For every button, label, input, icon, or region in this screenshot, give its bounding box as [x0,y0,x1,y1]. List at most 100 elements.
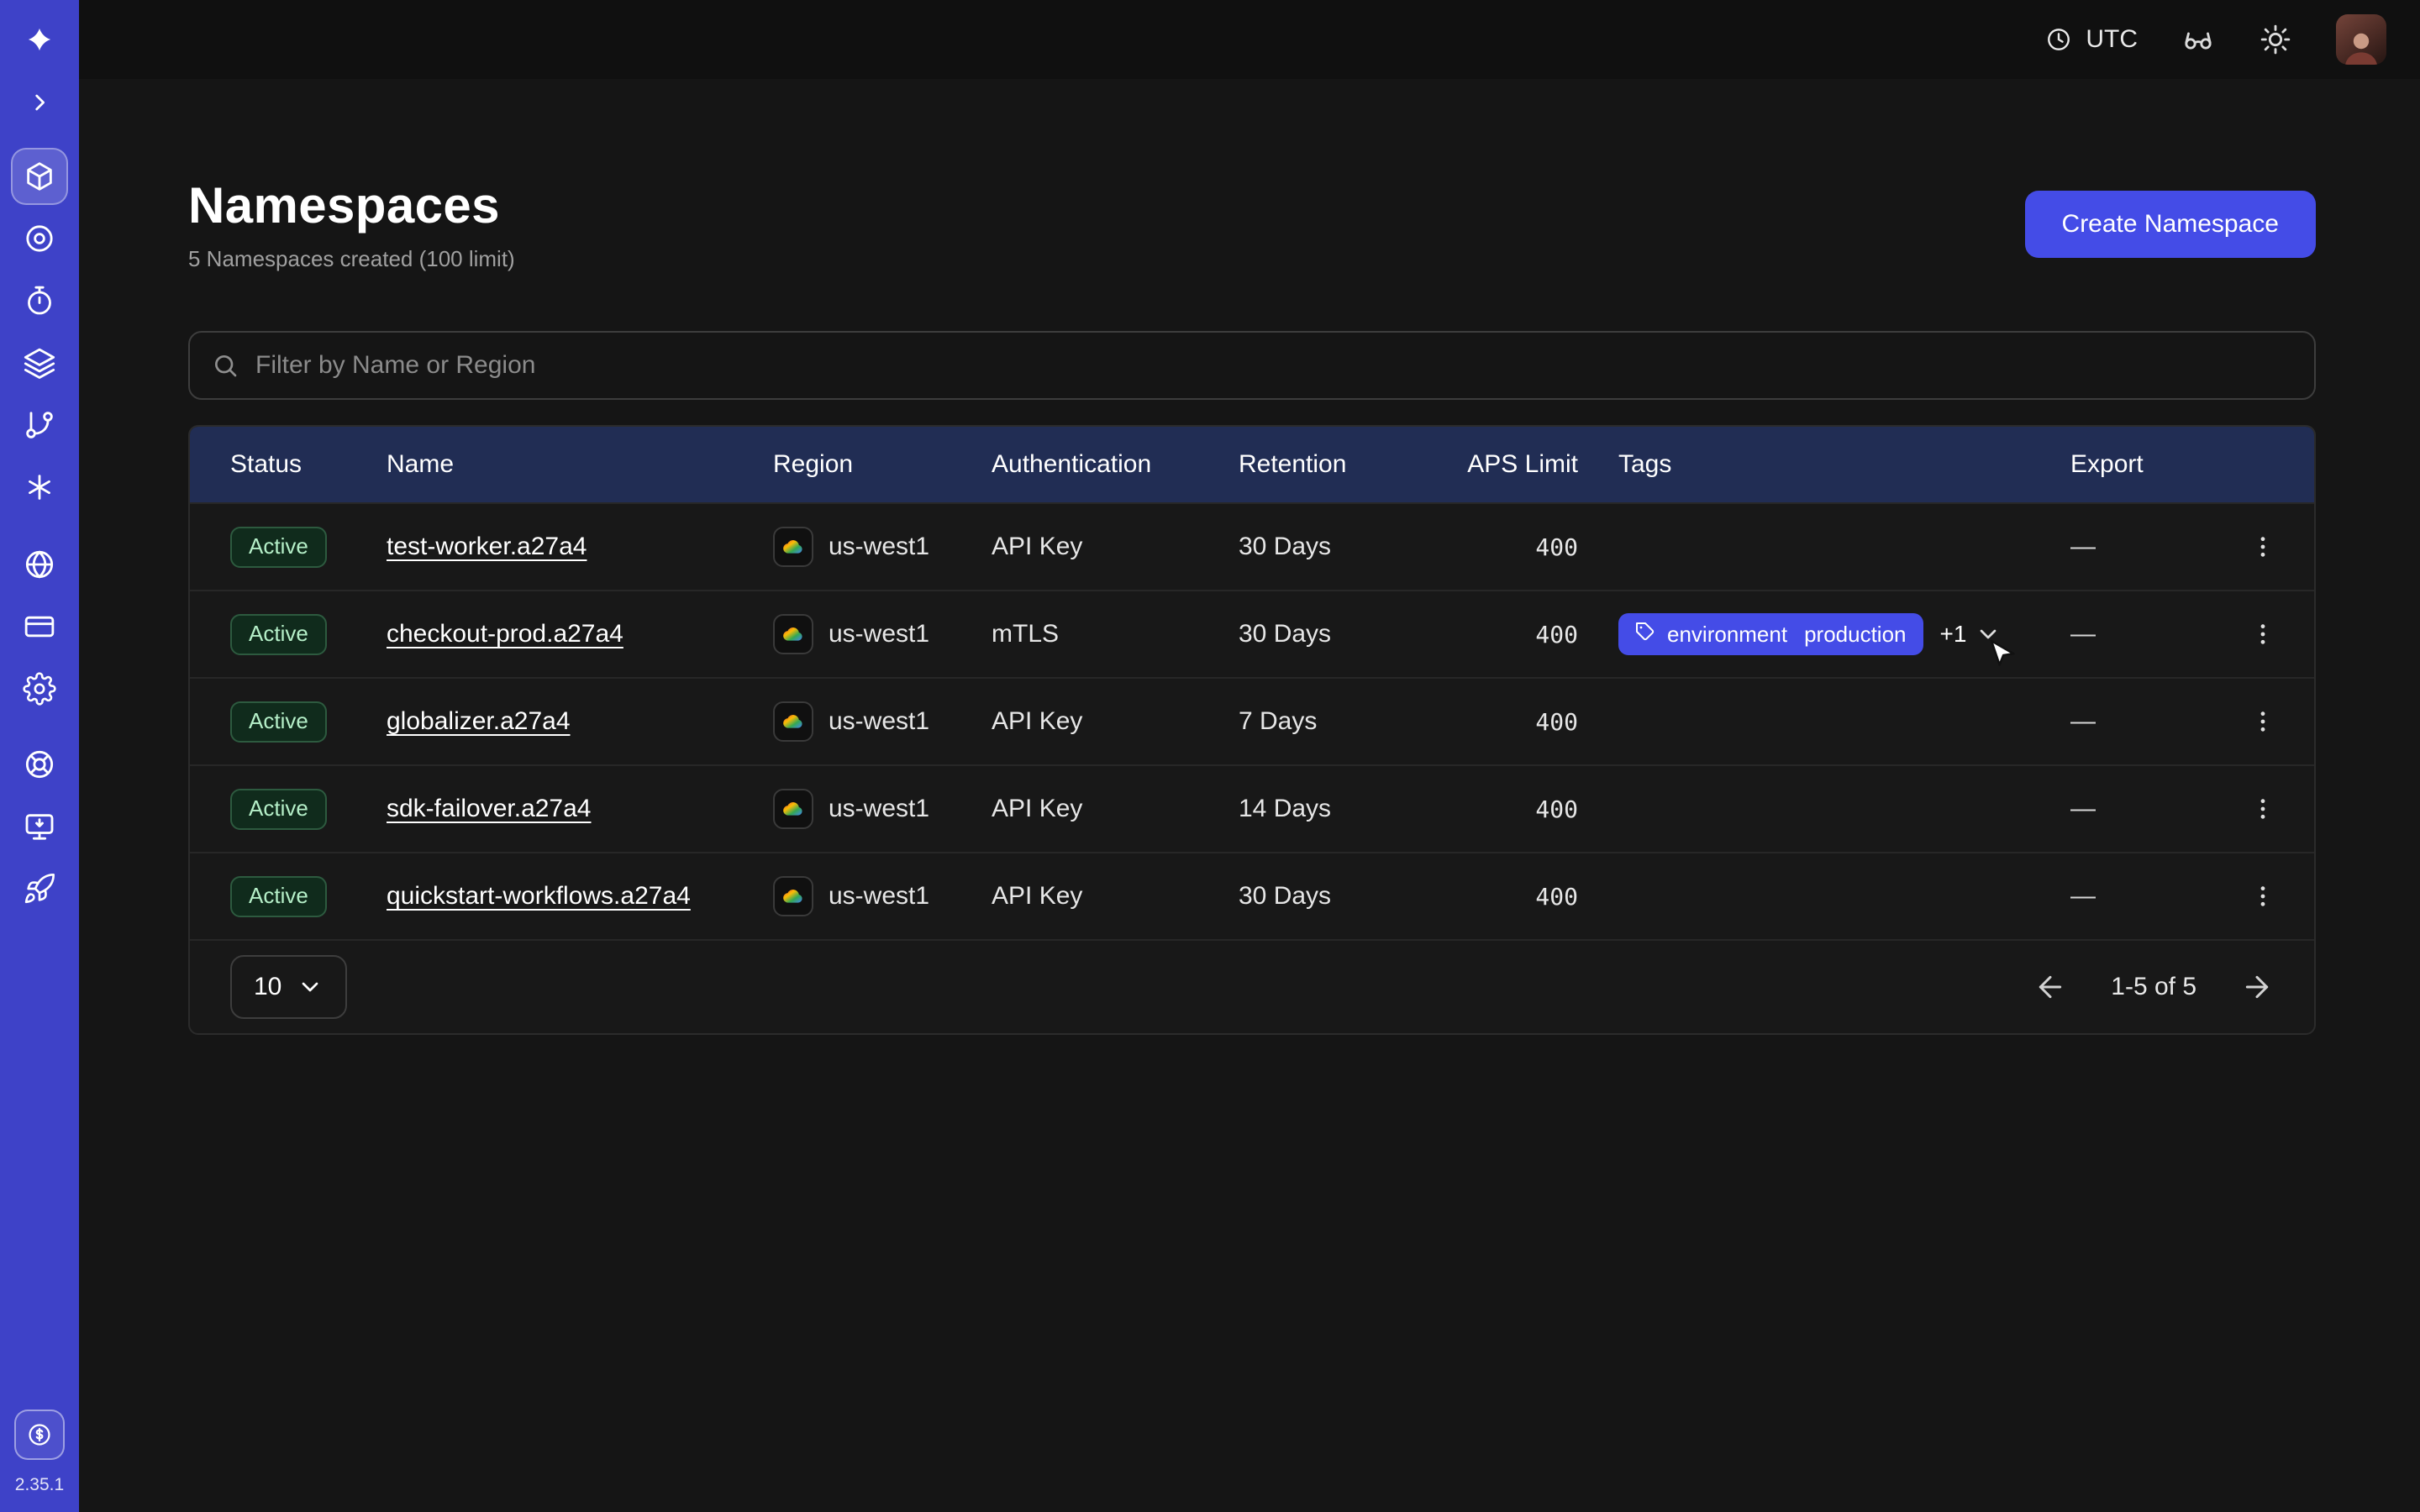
auth-label: API Key [992,707,1239,736]
arrow-left-icon [2033,970,2067,1004]
sidebar-item-batch-operations[interactable] [11,396,68,454]
col-header-export: Export [2070,450,2238,479]
row-menu-button[interactable] [2243,876,2283,916]
timezone-selector[interactable]: UTC [2045,25,2138,54]
page-size-select[interactable]: 10 [230,955,347,1019]
row-menu-button[interactable] [2243,789,2283,829]
namespace-link[interactable]: test-worker.a27a4 [387,533,587,560]
google-cloud-icon [773,789,813,829]
namespace-link[interactable]: quickstart-workflows.a27a4 [387,882,691,910]
sidebar-nav-primary [11,148,68,516]
row-menu-button[interactable] [2243,614,2283,654]
google-cloud-icon [773,701,813,742]
chevron-down-icon [1975,621,2002,648]
tags-expand-button[interactable] [1975,621,2002,648]
table-row: Active sdk-failover.a27a4 us-west1 API K… [190,764,2314,852]
sidebar-item-nexus[interactable] [11,459,68,516]
col-header-auth: Authentication [992,450,1239,479]
auth-label: API Key [992,533,1239,561]
search-icon [212,352,239,379]
create-namespace-button[interactable]: Create Namespace [2025,191,2316,258]
col-header-name: Name [387,450,773,479]
col-header-status: Status [230,450,387,479]
aps-value: 400 [1450,883,1618,911]
sidebar-item-settings[interactable] [11,660,68,717]
sidebar-nav-help [11,736,68,917]
timezone-label: UTC [2086,25,2138,54]
monitor-icon [23,810,56,843]
table-row: Active quickstart-workflows.a27a4 us-wes… [190,852,2314,939]
google-cloud-icon [773,876,813,916]
tag-icon [1635,622,1655,648]
export-value: — [2070,620,2238,648]
sidebar-item-namespaces[interactable] [11,148,68,205]
google-cloud-icon [773,527,813,567]
auth-label: API Key [992,795,1239,823]
region-label: us-west1 [829,882,929,911]
tag-chip[interactable]: environment production [1618,613,1923,655]
next-page-button[interactable] [2240,970,2274,1004]
namespace-link[interactable]: sdk-failover.a27a4 [387,795,592,822]
sidebar-item-getting-started[interactable] [11,860,68,917]
chevron-right-icon [26,89,53,116]
table-footer: 10 1-5 of 5 [190,939,2314,1033]
sidebar-item-feedback[interactable] [11,798,68,855]
sidebar-item-billing[interactable] [11,598,68,655]
labs-toggle-button[interactable] [2181,23,2215,56]
sidebar-nav-account [11,536,68,717]
arrow-right-icon [2240,970,2274,1004]
table-header-row: Status Name Region Authentication Retent… [190,427,2314,502]
more-tags-count: +1 [1940,621,1967,648]
row-menu-button[interactable] [2243,527,2283,567]
branch-icon [23,408,56,442]
sidebar-expand-button[interactable] [11,81,68,124]
region-label: us-west1 [829,620,929,648]
sidebar-item-deployments[interactable] [11,334,68,391]
page-subtitle: 5 Namespaces created (100 limit) [188,246,515,272]
avatar[interactable] [2336,14,2386,65]
clock-icon [2045,26,2072,53]
row-menu-button[interactable] [2243,701,2283,742]
export-value: — [2070,882,2238,911]
theme-toggle-button[interactable] [2259,23,2292,56]
retention-label: 30 Days [1239,882,1450,911]
status-badge: Active [230,614,327,655]
aps-value: 400 [1450,795,1618,823]
region-label: us-west1 [829,707,929,736]
table-row: Active test-worker.a27a4 us-west1 API Ke… [190,502,2314,590]
main-content: Namespaces 5 Namespaces created (100 lim… [79,79,2420,1035]
namespace-link[interactable]: checkout-prod.a27a4 [387,620,623,648]
lifebuoy-icon [23,748,56,781]
tag-value: production [1804,622,1906,648]
page-size-value: 10 [254,973,281,1001]
sidebar-item-workflows[interactable] [11,210,68,267]
region-label: us-west1 [829,533,929,561]
col-header-tags: Tags [1618,450,2070,479]
status-badge: Active [230,701,327,743]
auth-label: mTLS [992,620,1239,648]
sidebar-item-schedules[interactable] [11,272,68,329]
target-icon [23,222,56,255]
namespace-link[interactable]: globalizer.a27a4 [387,707,571,735]
aps-value: 400 [1450,533,1618,561]
usage-dollar-icon [26,1421,53,1448]
rocket-icon [23,872,56,906]
sidebar-item-usage[interactable] [14,1410,65,1460]
retention-label: 7 Days [1239,707,1450,736]
auth-label: API Key [992,882,1239,911]
col-header-aps: APS Limit [1450,450,1618,479]
chevron-down-icon [297,974,324,1000]
layers-icon [23,346,56,380]
filter-input[interactable] [255,351,2292,380]
prev-page-button[interactable] [2033,970,2067,1004]
topbar: UTC [79,0,2420,79]
sun-icon [2259,23,2292,56]
cube-icon [23,160,56,193]
gear-icon [23,672,56,706]
sidebar-item-support[interactable] [11,736,68,793]
glasses-icon [2181,23,2215,56]
status-badge: Active [230,789,327,830]
billing-card-icon [23,610,56,643]
export-value: — [2070,795,2238,823]
sidebar-item-globe[interactable] [11,536,68,593]
